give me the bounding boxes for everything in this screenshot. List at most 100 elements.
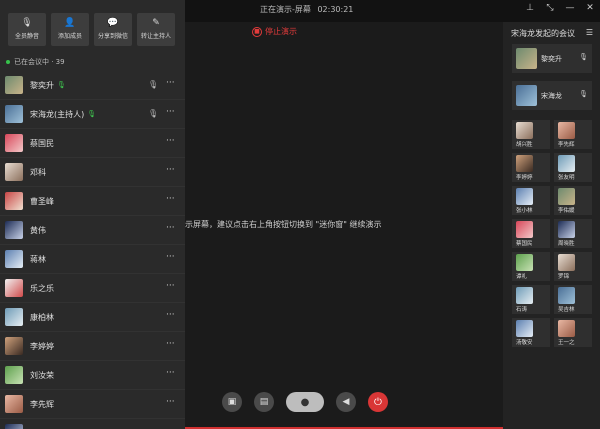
participant-tile[interactable]: 胡兴胜 (512, 120, 550, 149)
more-options-icon[interactable]: ··· (166, 281, 175, 291)
member-name: 黄伟 (30, 225, 46, 235)
avatar (516, 221, 533, 238)
member-row[interactable]: 黄伟 ··· (0, 216, 185, 245)
member-row[interactable]: 曹圣峰 ··· (0, 187, 185, 216)
member-row[interactable]: 刘汝荣 ··· (0, 361, 185, 390)
participant-tile[interactable]: 吴吉林 (554, 285, 592, 314)
folder-button[interactable]: ▤ (254, 392, 274, 412)
screen-share-icon: ▣ (227, 397, 237, 407)
add-member-label: 添加成员 (57, 33, 82, 40)
panel-menu-icon[interactable]: ☰ (586, 28, 593, 37)
avatar (558, 287, 575, 304)
member-name: 黎奕升 (30, 80, 54, 90)
participant-name: 罗锦 (558, 274, 570, 280)
avatar (516, 320, 533, 337)
folder-icon: ▤ (259, 397, 269, 407)
member-row[interactable]: 乐之乐 ··· (0, 274, 185, 303)
mute-member-icon[interactable]: 🎙 (148, 80, 158, 89)
featured-participant[interactable]: 黎奕升 🎙 (512, 44, 592, 73)
more-options-icon[interactable]: ··· (166, 165, 175, 175)
member-name: 刘汝荣 (30, 370, 54, 380)
participant-tile[interactable]: 张小林 (512, 186, 550, 215)
avatar (558, 155, 575, 172)
shrink-icon[interactable]: ⤡ (544, 3, 556, 13)
more-options-icon[interactable]: ··· (166, 107, 175, 117)
avatar (516, 122, 533, 139)
participant-name: 李婷婷 (516, 175, 533, 181)
more-options-icon[interactable]: ··· (166, 397, 175, 407)
avatar (5, 76, 23, 94)
avatar (5, 163, 23, 181)
participant-tile[interactable]: 李婷婷 (512, 153, 550, 182)
microphone-icon: 🎙 (579, 53, 588, 61)
microphone-icon: 🎙 (579, 90, 588, 98)
participant-tile[interactable]: 张友明 (554, 153, 592, 182)
featured-participant[interactable]: 宋海龙 🎙 (512, 81, 592, 110)
avatar (516, 287, 533, 304)
avatar (5, 395, 23, 413)
more-options-icon[interactable]: ··· (166, 339, 175, 349)
participant-tile[interactable]: 李先辉 (554, 120, 592, 149)
member-row[interactable]: 康柏林 ··· (0, 303, 185, 332)
avatar (558, 122, 575, 139)
transfer-host-button[interactable]: ✎ 转让主持人 (137, 13, 175, 46)
more-options-icon[interactable]: ··· (166, 252, 175, 262)
speaker-button[interactable]: ◀ (336, 392, 356, 412)
participant-tile[interactable]: 周晓胜 (554, 219, 592, 248)
avatar (558, 221, 575, 238)
screen-share-button[interactable]: ▣ (222, 392, 242, 412)
participant-name: 张友明 (558, 175, 575, 181)
pin-icon[interactable]: ⊥ (524, 3, 536, 13)
participant-tile[interactable]: 罗锦 (554, 252, 592, 281)
member-actions: 🎙 全员静音 👤 添加成员 💬 分享到微信 ✎ 转让主持人 (0, 0, 185, 46)
transfer-host-label: 转让主持人 (140, 33, 171, 40)
member-row[interactable]: 蔡国民 ··· (0, 129, 185, 158)
avatar (5, 250, 23, 268)
mute-all-button[interactable]: 🎙 全员静音 (8, 13, 46, 46)
more-options-icon[interactable]: ··· (166, 194, 175, 204)
participant-tile[interactable]: 蔡国民 (512, 219, 550, 248)
member-row[interactable]: 蒋林 ··· (0, 245, 185, 274)
more-options-icon[interactable]: ··· (166, 78, 175, 88)
participant-tile[interactable]: 李佑媛 (554, 186, 592, 215)
participant-name: 谭礼 (516, 274, 528, 280)
member-row[interactable]: 宋海龙(主持人) 🎙 🎙 ··· (0, 100, 185, 129)
stop-presenting-button[interactable]: ■ 停止演示 (252, 26, 297, 37)
more-options-icon[interactable]: ··· (166, 223, 175, 233)
member-row[interactable]: 邓科 ··· (0, 158, 185, 187)
speaking-mic-icon: 🎙 (87, 110, 97, 118)
participant-name: 李佑媛 (558, 208, 575, 214)
meeting-toolbar: ▣ ▤ ● ◀ ⏻ (222, 392, 388, 412)
more-options-icon[interactable]: ··· (166, 310, 175, 320)
participant-name: 石涛 (516, 307, 528, 313)
member-row[interactable]: 黎奕升 🎙 🎙 ··· (0, 71, 185, 100)
minimize-icon[interactable]: — (564, 3, 576, 13)
microphone-button[interactable]: ● (286, 392, 324, 412)
participant-name: 胡兴胜 (516, 142, 533, 148)
more-options-icon[interactable]: ··· (166, 136, 175, 146)
end-call-button[interactable]: ⏻ (368, 392, 388, 412)
participant-tile[interactable]: 汤敬安 (512, 318, 550, 347)
avatar (516, 188, 533, 205)
avatar (516, 85, 537, 106)
avatar (516, 48, 537, 69)
participant-name: 王一之 (558, 340, 575, 346)
add-member-button[interactable]: 👤 添加成员 (51, 13, 89, 46)
wechat-share-button[interactable]: 💬 分享到微信 (94, 13, 132, 46)
wechat-share-label: 分享到微信 (97, 33, 128, 40)
member-name: 曹圣峰 (30, 196, 54, 206)
stop-icon: ■ (252, 26, 262, 37)
member-row[interactable]: 李先辉 ··· (0, 390, 185, 419)
avatar (558, 188, 575, 205)
member-row[interactable]: 李佐鹏··· (0, 419, 185, 429)
participant-tile[interactable]: 石涛 (512, 285, 550, 314)
member-row[interactable]: 李婷婷 ··· (0, 332, 185, 361)
more-options-icon[interactable]: ··· (166, 368, 175, 378)
wechat-share-icon: 💬 (107, 18, 119, 28)
participant-tile[interactable]: 谭礼 (512, 252, 550, 281)
mute-member-icon[interactable]: 🎙 (148, 109, 158, 118)
participant-tile[interactable]: 王一之 (554, 318, 592, 347)
speaker-icon: ◀ (342, 397, 350, 407)
mute-all-icon: 🎙 (21, 18, 33, 28)
close-icon[interactable]: ✕ (584, 3, 596, 13)
